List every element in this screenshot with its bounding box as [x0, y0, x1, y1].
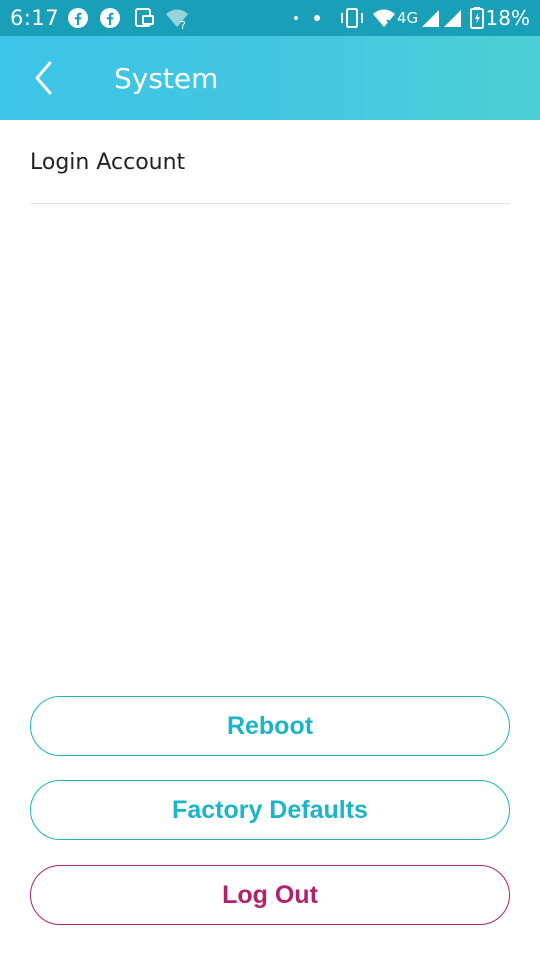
- wifi-icon: [373, 9, 395, 27]
- svg-text:?: ?: [180, 19, 186, 30]
- status-bar: 6:17 ? 4G 18%: [0, 0, 540, 36]
- notification-dots-icon: [294, 15, 320, 21]
- page-title: System: [114, 62, 219, 95]
- facebook-icon: [100, 8, 120, 28]
- network-type-label: 4G: [397, 9, 419, 27]
- signal-icon: [444, 10, 461, 27]
- battery-percent: 18%: [485, 6, 530, 30]
- battery-icon: [470, 7, 484, 29]
- list-item-login-account[interactable]: Login Account: [30, 120, 510, 204]
- list-item-label: Login Account: [30, 150, 186, 175]
- facebook-icon: [68, 8, 88, 28]
- wifi-question-icon: ?: [166, 9, 188, 30]
- factory-defaults-button[interactable]: Factory Defaults: [30, 780, 510, 840]
- reboot-button[interactable]: Reboot: [30, 696, 510, 756]
- status-time: 6:17: [10, 6, 60, 30]
- back-button[interactable]: [22, 56, 66, 100]
- app-bar: System: [0, 36, 540, 120]
- vibrate-icon: [341, 8, 363, 28]
- chevron-left-icon: [35, 61, 52, 95]
- cast-icon: [135, 8, 154, 27]
- log-out-button[interactable]: Log Out: [30, 865, 510, 925]
- signal-icon: [422, 10, 439, 27]
